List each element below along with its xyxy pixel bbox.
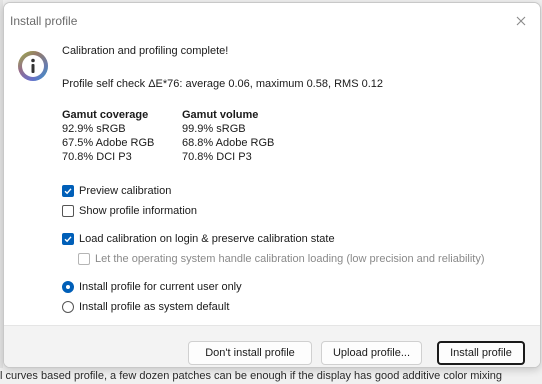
preview-calibration-label: Preview calibration <box>79 185 172 197</box>
background-window-text: l curves based profile, a few dozen patc… <box>0 368 542 384</box>
load-calibration-label: Load calibration on login & preserve cal… <box>79 233 335 245</box>
os-handle-calibration-label: Let the operating system handle calibrat… <box>95 253 485 265</box>
show-profile-info-checkbox[interactable]: Show profile information <box>62 203 197 219</box>
gamut-coverage-value: 92.9% sRGB <box>62 123 126 135</box>
install-current-user-radio[interactable]: Install profile for current user only <box>62 279 242 295</box>
install-system-default-label: Install profile as system default <box>79 301 230 313</box>
info-icon <box>18 51 48 81</box>
checkbox-checked-icon <box>62 233 74 245</box>
completion-heading: Calibration and profiling complete! <box>62 45 229 57</box>
checkbox-disabled-icon <box>78 253 90 265</box>
profile-self-check: Profile self check ΔE*76: average 0.06, … <box>62 78 383 90</box>
gamut-volume-section: Gamut volume 99.9% sRGB 68.8% Adobe RGB … <box>182 108 274 164</box>
os-handle-calibration-checkbox[interactable]: Let the operating system handle calibrat… <box>78 251 485 267</box>
install-profile-dialog: Install profile Calibration and profilin… <box>3 2 541 368</box>
close-icon <box>516 16 526 26</box>
gamut-coverage-value: 67.5% Adobe RGB <box>62 137 155 149</box>
gamut-coverage-section: Gamut coverage 92.9% sRGB 67.5% Adobe RG… <box>62 108 154 164</box>
window-title: Install profile <box>10 14 78 28</box>
close-button[interactable] <box>510 10 532 32</box>
radio-selected-icon <box>62 281 74 293</box>
radio-unselected-icon <box>62 301 74 313</box>
install-system-default-radio[interactable]: Install profile as system default <box>62 299 229 315</box>
gamut-coverage-header: Gamut coverage <box>62 109 149 121</box>
title-bar: Install profile <box>4 3 540 39</box>
gamut-volume-header: Gamut volume <box>182 109 259 121</box>
install-profile-button[interactable]: Install profile <box>437 341 525 365</box>
gamut-coverage-value: 70.8% DCI P3 <box>62 151 132 163</box>
button-bar: Don't install profile Upload profile... … <box>4 325 540 367</box>
dont-install-button[interactable]: Don't install profile <box>188 341 312 365</box>
gamut-volume-value: 70.8% DCI P3 <box>182 151 252 163</box>
show-profile-info-label: Show profile information <box>79 205 198 217</box>
load-calibration-checkbox[interactable]: Load calibration on login & preserve cal… <box>62 231 335 247</box>
checkbox-unchecked-icon <box>62 205 74 217</box>
upload-profile-button[interactable]: Upload profile... <box>321 341 422 365</box>
gamut-volume-value: 99.9% sRGB <box>182 123 246 135</box>
install-current-user-label: Install profile for current user only <box>79 281 242 293</box>
checkbox-checked-icon <box>62 185 74 197</box>
preview-calibration-checkbox[interactable]: Preview calibration <box>62 183 171 199</box>
gamut-volume-value: 68.8% Adobe RGB <box>182 137 275 149</box>
